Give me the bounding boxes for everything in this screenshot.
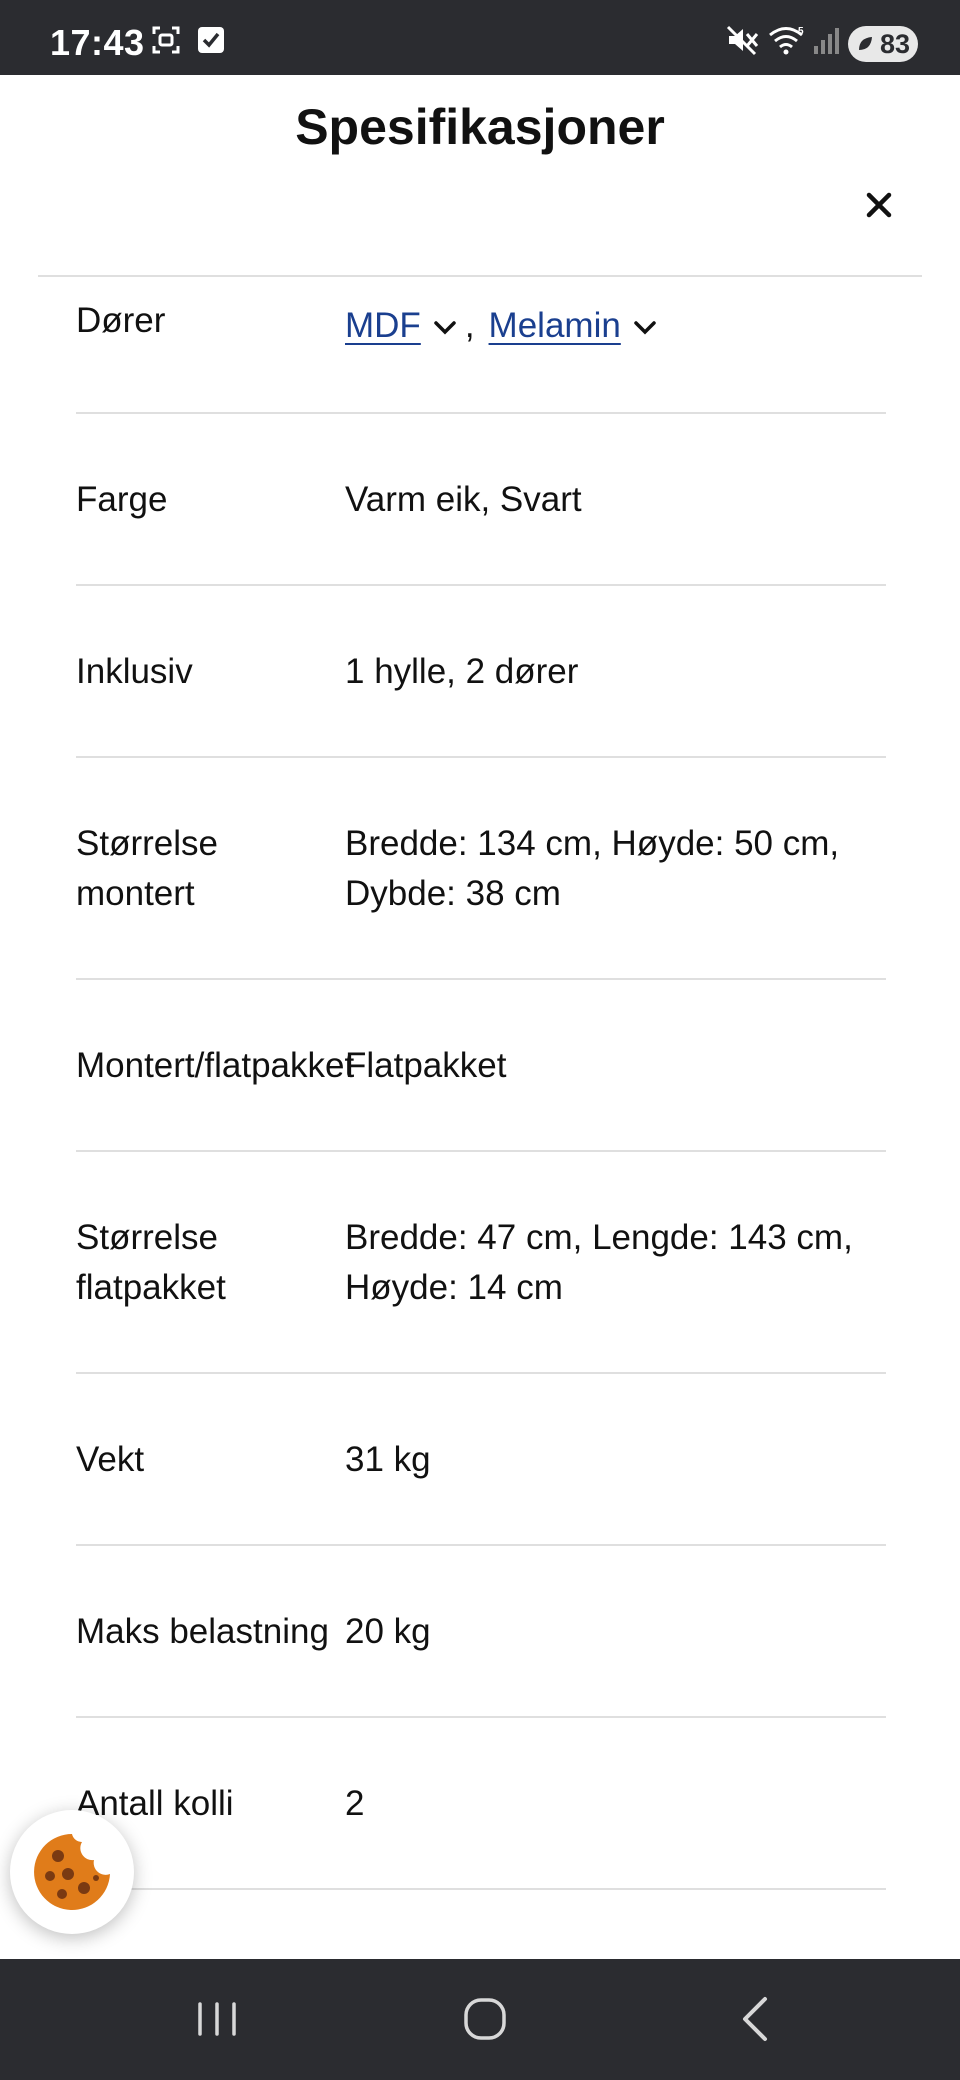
spec-row-weight: Vekt 31 kg: [76, 1374, 886, 1546]
mute-icon: [726, 25, 759, 56]
spec-value: Bredde: 47 cm, Lengde: 143 cm,: [345, 1218, 853, 1257]
spec-label: Vekt: [76, 1440, 145, 1479]
spec-value: Flatpakket: [345, 1046, 507, 1085]
spec-row-max-load: Maks belastning 20 kg: [76, 1546, 886, 1718]
chevron-down-icon[interactable]: [431, 314, 459, 342]
spec-value: Varm eik, Svart: [345, 480, 582, 519]
wifi-icon: 5: [769, 26, 804, 55]
spec-label: Størrelse: [76, 1218, 218, 1257]
cookie-settings-button[interactable]: [10, 1810, 134, 1934]
battery-saver-icon: [859, 37, 872, 50]
material-link-mdf[interactable]: MDF: [345, 306, 421, 345]
status-time: 17:43: [50, 22, 145, 63]
spec-value: Dybde: 38 cm: [345, 874, 561, 913]
spec-list[interactable]: Dører MDF, Melamin Farge Varm eik, Svart …: [0, 277, 960, 1959]
spec-row-doors: Dører MDF, Melamin: [76, 277, 886, 414]
spec-label: Dører: [76, 301, 166, 340]
spec-label: montert: [76, 874, 195, 913]
status-bar: 17:43 5 83: [0, 0, 960, 75]
spec-row-packages: Antall kolli 2: [76, 1718, 886, 1890]
spec-label: Maks belastning: [76, 1612, 329, 1651]
spec-value: 1 hylle, 2 dører: [345, 652, 579, 691]
close-icon: [866, 192, 892, 218]
battery-level: 83: [879, 28, 910, 59]
spec-row-size-assembled: Størrelse montert Bredde: 134 cm, Høyde:…: [76, 758, 886, 980]
spec-row-size-flatpacked: Størrelse flatpakket Bredde: 47 cm, Leng…: [76, 1152, 886, 1374]
spec-label: Størrelse: [76, 824, 218, 863]
spec-label: Farge: [76, 480, 168, 519]
chevron-down-icon[interactable]: [631, 314, 659, 342]
spec-row-color: Farge Varm eik, Svart: [76, 414, 886, 586]
back-icon[interactable]: [720, 1989, 790, 2049]
spec-label: Montert/flatpakket: [76, 1046, 355, 1085]
spec-value: 2: [345, 1784, 365, 1823]
material-link-melamin[interactable]: Melamin: [489, 306, 621, 345]
home-icon[interactable]: [450, 1989, 520, 2049]
checkbox-icon: [198, 27, 224, 53]
cookie-icon: [34, 1834, 111, 1910]
spec-value: 31 kg: [345, 1440, 431, 1479]
spec-value: Bredde: 134 cm, Høyde: 50 cm,: [345, 824, 840, 863]
signal-icon: [814, 28, 839, 54]
battery-icon: 83: [848, 26, 918, 62]
spec-value: 20 kg: [345, 1612, 431, 1651]
spec-row-included: Inklusiv 1 hylle, 2 dører: [76, 586, 886, 758]
spec-value-links: MDF, Melamin: [345, 301, 665, 351]
link-separator: ,: [464, 306, 475, 345]
svg-text:5: 5: [798, 26, 804, 37]
spec-row-assembly: Montert/flatpakket Flatpakket: [76, 980, 886, 1152]
screenshot-icon: [152, 26, 180, 54]
modal-title: Spesifikasjoner: [295, 99, 665, 155]
close-button[interactable]: [854, 180, 904, 230]
spec-label: flatpakket: [76, 1268, 226, 1307]
spec-value: Høyde: 14 cm: [345, 1268, 563, 1307]
system-nav-bar: [0, 1959, 960, 2080]
recent-apps-icon[interactable]: [182, 1989, 252, 2049]
spec-label: Inklusiv: [76, 652, 193, 691]
